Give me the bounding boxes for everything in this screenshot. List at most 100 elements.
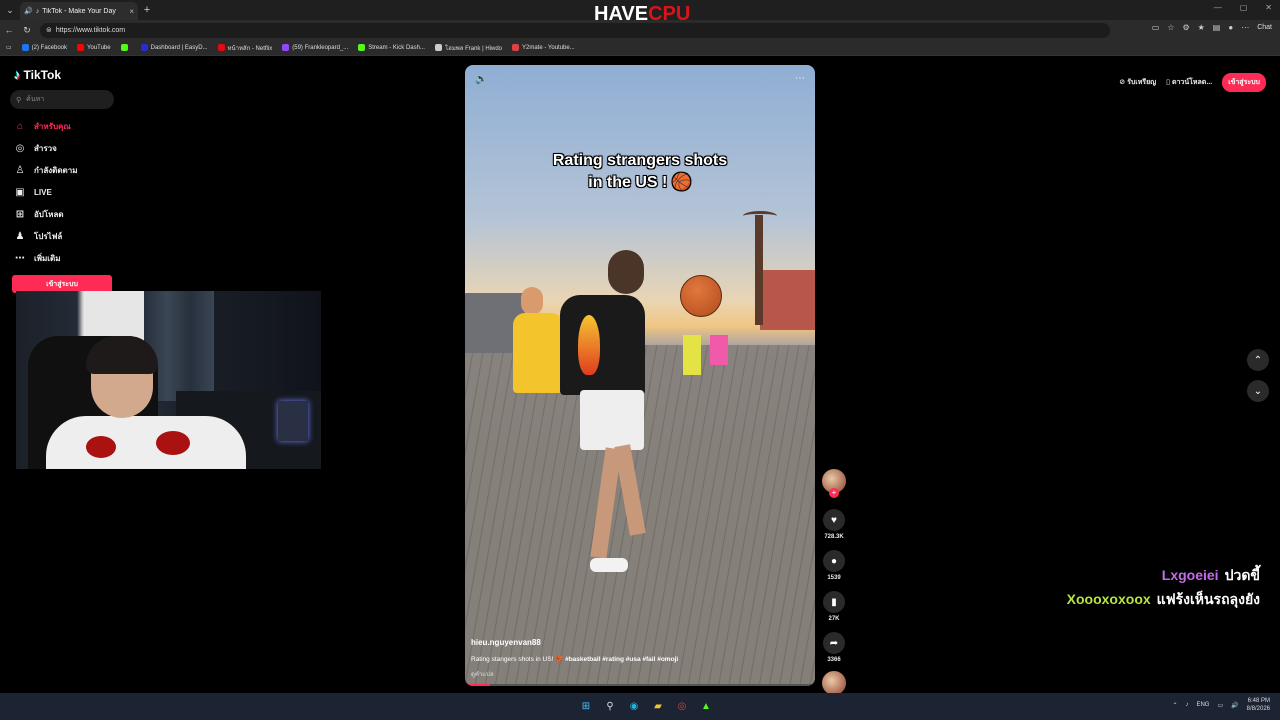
microphone-icon[interactable]: ♪ [1185, 702, 1188, 708]
language-indicator[interactable]: ENG [1196, 702, 1209, 708]
chat-text: ปวดขี้ [1224, 567, 1260, 583]
tiktok-note-icon: ♪ [14, 67, 21, 82]
menu-dots-icon[interactable]: ⋯ [1241, 23, 1249, 32]
upload-icon: ⊞ [15, 208, 25, 220]
sidebar-item-1[interactable]: ◎ สำรวจ [14, 137, 124, 159]
sidebar-item-3[interactable]: ▣ LIVE [14, 181, 124, 203]
like-count: 728.3K [824, 534, 844, 540]
bookmark-favicon-icon [512, 44, 519, 51]
video-player[interactable]: Rating strangers shots in the US ! 🏀 🔈 ⋯… [465, 65, 815, 686]
header-login-button[interactable]: เข้าสู่ระบบ [1222, 73, 1266, 92]
bookmark-item[interactable]: (59) Frankleopard_... [282, 44, 348, 51]
volume-icon[interactable]: 🔈 [475, 74, 487, 85]
live-icon: ▣ [15, 186, 25, 198]
video-caption-overlay: Rating strangers shots in the US ! 🏀 [465, 150, 815, 194]
search-placeholder: ค้นหา [26, 96, 45, 103]
previous-video-up-icon[interactable]: ⌃ [1247, 349, 1269, 371]
download-app-link[interactable]: ▯ ดาวน์โหลด... [1166, 77, 1212, 88]
sidebar-item-6[interactable]: ⋯ เพิ่มเติม [14, 247, 124, 269]
site-info-icon[interactable]: ⊜ [46, 26, 52, 34]
windows-start-icon[interactable]: ⊞ [578, 698, 594, 714]
see-translation-link[interactable]: ดูคำแปล [471, 669, 494, 679]
video-basketball [680, 275, 722, 317]
logo-text: TikTok [23, 67, 62, 82]
description-hashtags[interactable]: #basketball #rating #usa #fail #omoji [565, 656, 678, 663]
sidebar-item-5[interactable]: ♟ โปรไฟล์ [14, 225, 124, 247]
chat-username: Lxgoeiei [1161, 567, 1219, 583]
bookmark-label: Stream - Kick Dash... [368, 44, 425, 51]
video-progress-bar[interactable] [465, 684, 815, 686]
tab-list-chevron-icon[interactable]: ⌄ [0, 0, 20, 20]
bookmark-item[interactable]: YouTube [77, 44, 111, 51]
video-more-icon[interactable]: ⋯ [795, 73, 805, 84]
extensions-icon[interactable]: ⚙ [1182, 23, 1189, 32]
split-screen-icon[interactable]: ▭ [1152, 23, 1160, 32]
sidebar-item-2[interactable]: ♙ กำลังติดตาม [14, 159, 124, 181]
speaker-icon[interactable]: 🔊 [24, 7, 33, 15]
sidebar-item-label: อัปโหลด [34, 209, 64, 219]
network-icon[interactable]: ▭ [1217, 702, 1223, 709]
reload-icon[interactable]: ↻ [18, 25, 36, 36]
bookmark-item[interactable]: Y2mate - Youtube... [512, 44, 575, 51]
creator-avatar[interactable]: + [822, 469, 846, 498]
close-tab-icon[interactable]: × [129, 7, 134, 16]
browser-tab-tiktok[interactable]: 🔊 ♪ TikTok - Make Your Day × [20, 2, 138, 20]
clock[interactable]: 6:48 PM 8/8/2026 [1247, 697, 1270, 713]
coin-icon: ⊘ [1119, 79, 1126, 86]
music-disc-icon[interactable] [822, 671, 846, 695]
tiktok-logo[interactable]: ♪ TikTok [14, 67, 61, 82]
file-explorer-icon[interactable]: ▰ [650, 698, 666, 714]
bookmark-favicon-icon [120, 44, 128, 51]
like-heart-icon[interactable]: ♥ [823, 509, 845, 531]
maximize-icon[interactable]: ▢ [1240, 3, 1248, 12]
clock-date: 8/8/2026 [1246, 706, 1270, 712]
close-window-icon[interactable]: ✕ [1265, 3, 1272, 12]
bookmark-favicon-icon [434, 44, 442, 51]
video-bystander-yellow [683, 335, 701, 375]
bookmark-item[interactable] [120, 44, 131, 51]
chat-message: Lxgoeiei ปวดขี้ [1000, 565, 1260, 589]
share-arrow-icon[interactable]: ➦ [823, 632, 845, 654]
sidebar-item-0[interactable]: ⌂ สำหรับคุณ [14, 115, 124, 137]
bookmark-favicon-icon [77, 44, 85, 51]
bookmark-item[interactable]: Dashboard | EasyD... [140, 44, 208, 51]
caption-line-2: in the US ! 🏀 [588, 174, 692, 191]
bookmarks-bar: ▭ (2) Facebook YouTube Dashboard | EasyD..… [0, 40, 1280, 56]
chrome-icon[interactable]: ◎ [674, 698, 690, 714]
bookmark-item[interactable]: (2) Facebook [21, 44, 67, 51]
minimize-icon[interactable]: — [1214, 3, 1222, 12]
bookmark-item[interactable]: Stream - Kick Dash... [358, 44, 425, 51]
clock-time: 6:48 PM [1247, 698, 1270, 704]
download-label: ดาวน์โหลด... [1171, 79, 1213, 86]
search-taskbar-icon[interactable]: ⚲ [602, 698, 618, 714]
copilot-chat-button[interactable]: Chat [1257, 24, 1272, 31]
kick-app-icon[interactable]: ▲ [698, 698, 714, 714]
profile-avatar[interactable]: ● [1228, 23, 1233, 32]
profile-icon: ♟ [15, 230, 25, 242]
bookmark-favicon-icon [217, 44, 225, 51]
next-video-down-icon[interactable]: ⌄ [1247, 380, 1269, 402]
favorite-star-icon[interactable]: ☆ [1167, 23, 1174, 32]
edge-browser-icon[interactable]: ◉ [626, 698, 642, 714]
tray-chevron-icon[interactable]: ⌃ [1172, 702, 1177, 709]
bookmark-icon[interactable]: ▮ [823, 591, 845, 613]
bookmarks-folder-icon[interactable]: ▭ [6, 44, 12, 51]
new-tab-button[interactable]: + [138, 4, 156, 16]
back-icon[interactable]: ← [0, 25, 18, 35]
sidebar-item-4[interactable]: ⊞ อัปโหลด [14, 203, 124, 225]
url-input[interactable]: ⊜ https://www.tiktok.com [40, 22, 1110, 38]
following-icon: ♙ [15, 164, 25, 176]
home-icon: ⌂ [16, 120, 24, 132]
video-bystander-pink [710, 335, 728, 365]
sidebar-item-label: สำรวจ [34, 143, 57, 153]
volume-tray-icon[interactable]: 🔊 [1231, 702, 1238, 709]
bookmark-item[interactable]: หน้าหลัก - Netflix [217, 43, 272, 53]
collections-icon[interactable]: ▤ [1213, 23, 1221, 32]
follow-plus-icon[interactable]: + [829, 488, 839, 498]
bookmark-item[interactable]: โฮมพล Frank | Hiwdo [434, 43, 502, 53]
video-author[interactable]: hieu.nguyenvan88 [471, 638, 541, 647]
comment-icon[interactable]: ● [823, 550, 845, 572]
favorites-icon[interactable]: ★ [1198, 23, 1205, 32]
get-coins-link[interactable]: ⊘ รับเหรียญ [1119, 77, 1156, 88]
search-input[interactable]: ⚲ ค้นหา [10, 90, 114, 109]
